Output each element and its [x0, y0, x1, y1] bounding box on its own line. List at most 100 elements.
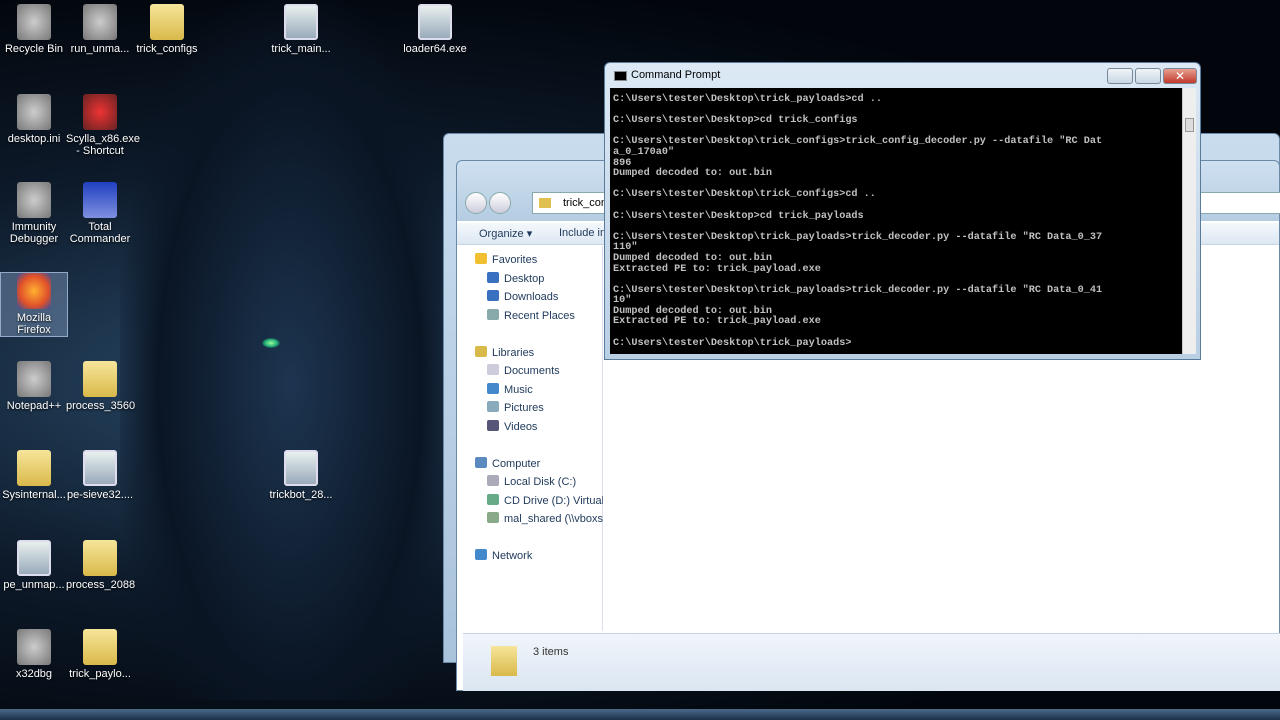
desktop-icon[interactable]: Recycle Bin	[0, 4, 68, 55]
desktop-icon[interactable]: trick_paylo...	[66, 629, 134, 680]
nav-item[interactable]: Documents	[463, 362, 603, 381]
desktop-icon[interactable]: Immunity Debugger	[0, 182, 68, 245]
desktop-icon[interactable]: Scylla_x86.exe - Shortcut	[66, 94, 140, 157]
item-count: 3 items	[533, 646, 569, 658]
exe-icon	[284, 4, 318, 40]
nav-item[interactable]: Downloads	[463, 288, 603, 307]
nav-item-label: Libraries	[492, 346, 535, 359]
address-text: trick_com	[563, 197, 611, 209]
nav-item-icon	[487, 364, 499, 375]
folder-icon	[491, 646, 517, 676]
console-output[interactable]: C:\Users\tester\Desktop\trick_payloads>c…	[610, 88, 1182, 354]
desktop-icon-label: trick_configs	[136, 43, 198, 55]
desktop-icon[interactable]: pe-sieve32....	[66, 450, 134, 501]
recycle-bin-icon	[17, 4, 51, 40]
desktop-icon[interactable]: loader64.exe	[401, 4, 469, 55]
nav-item-icon	[475, 549, 487, 560]
nav-item-label: Downloads	[504, 291, 559, 303]
nav-item-label: Computer	[492, 457, 541, 470]
desktop-icon[interactable]: trick_main...	[267, 4, 335, 55]
nav-item-icon	[487, 475, 499, 486]
desktop-icon[interactable]: pe_unmap...	[0, 540, 68, 591]
forward-button[interactable]	[489, 192, 511, 214]
nav-item-icon	[487, 493, 499, 505]
wolf-eye	[262, 338, 280, 348]
nav-item-icon	[487, 401, 499, 412]
folder-icon	[17, 450, 51, 486]
desktop-icon-label: x32dbg	[15, 668, 53, 680]
close-button[interactable]: ✕	[1163, 68, 1197, 84]
immunity-icon	[17, 182, 51, 218]
floppy-icon	[83, 182, 117, 218]
nav-item	[463, 436, 603, 455]
gear-icon	[17, 94, 51, 130]
maximize-button[interactable]	[1135, 68, 1161, 84]
organize-button[interactable]: Organize ▾	[479, 227, 532, 240]
nav-item-icon	[487, 512, 499, 523]
nav-item-label: CD Drive (D:) Virtual	[504, 494, 603, 507]
notepad-icon	[17, 361, 51, 397]
exe-icon	[83, 450, 117, 486]
desktop-icon[interactable]: Sysinternal...	[0, 450, 68, 501]
nav-item	[463, 529, 603, 548]
nav-item-label: Recent Places	[504, 309, 575, 322]
nav-item-label: Desktop	[504, 272, 545, 285]
desktop-icon[interactable]: desktop.ini	[0, 94, 68, 145]
exe-icon	[17, 540, 51, 576]
scroll-thumb[interactable]	[1185, 118, 1194, 132]
desktop-icon[interactable]: Mozilla Firefox	[0, 272, 68, 337]
nav-item-icon	[475, 456, 487, 468]
desktop-icon-label: trickbot_28...	[269, 489, 333, 501]
desktop-icon[interactable]: process_2088	[66, 540, 136, 591]
bug-icon	[17, 629, 51, 665]
nav-item-icon	[475, 345, 487, 357]
desktop-icon[interactable]: Notepad++	[0, 361, 68, 412]
organize-label: Organize	[479, 228, 524, 240]
window-title: Command Prompt	[631, 69, 721, 81]
scylla-icon	[83, 94, 117, 130]
desktop-icon-label: desktop.ini	[7, 133, 61, 145]
nav-item[interactable]: Music	[463, 381, 603, 400]
desktop-icon-label: Recycle Bin	[4, 43, 64, 55]
nav-item-icon	[487, 308, 499, 320]
desktop-icon-label: trick_paylo...	[69, 668, 131, 680]
nav-item[interactable]: Local Disk (C:)	[463, 473, 603, 492]
desktop-icon[interactable]: Total Commander	[66, 182, 134, 245]
folder-icon	[83, 629, 117, 665]
nav-item[interactable]: Recent Places	[463, 307, 603, 326]
desktop-icon-label: Sysinternal...	[2, 489, 66, 501]
nav-item-label: Network	[492, 550, 533, 562]
desktop-icon-label: Scylla_x86.exe - Shortcut	[66, 133, 140, 157]
exe-icon	[284, 450, 318, 486]
nav-item[interactable]: Desktop	[463, 270, 603, 289]
desktop-icon-label: Total Commander	[69, 221, 131, 245]
nav-item[interactable]: mal_shared (\\vboxs	[463, 510, 603, 529]
taskbar[interactable]	[0, 709, 1280, 720]
back-button[interactable]	[465, 192, 487, 214]
gear-icon	[83, 4, 117, 40]
desktop-icon[interactable]: process_3560	[66, 361, 135, 412]
nav-item[interactable]: CD Drive (D:) Virtual	[463, 492, 603, 511]
navigation-pane: Favorites Desktop Downloads Recent Places Li…	[463, 251, 603, 566]
nav-item[interactable]: Computer	[463, 455, 603, 474]
desktop-icon[interactable]: run_unma...	[66, 4, 134, 55]
nav-item[interactable]: Favorites	[463, 251, 603, 270]
minimize-button[interactable]	[1107, 68, 1133, 84]
nav-item[interactable]: Videos	[463, 418, 603, 437]
nav-item-label: Documents	[504, 365, 560, 377]
desktop-icon-label: pe-sieve32....	[66, 489, 134, 501]
desktop-icon-label: process_2088	[66, 579, 136, 591]
desktop-icon-label: Immunity Debugger	[9, 221, 59, 245]
nav-item[interactable]: Libraries	[463, 344, 603, 363]
details-pane: 3 items	[463, 633, 1280, 691]
desktop-icon[interactable]: trickbot_28...	[267, 450, 335, 501]
nav-item[interactable]: Network	[463, 547, 603, 566]
folder-icon	[150, 4, 184, 40]
command-prompt-window[interactable]: Command Prompt ✕ C:\Users\tester\Desktop…	[604, 62, 1201, 360]
nav-item[interactable]: Pictures	[463, 399, 603, 418]
desktop-icon[interactable]: trick_configs	[133, 4, 201, 55]
desktop-icon-label: loader64.exe	[403, 43, 467, 55]
desktop-icon[interactable]: x32dbg	[0, 629, 68, 680]
scrollbar[interactable]	[1182, 88, 1196, 354]
include-in-library-button[interactable]: Include in	[559, 227, 606, 239]
